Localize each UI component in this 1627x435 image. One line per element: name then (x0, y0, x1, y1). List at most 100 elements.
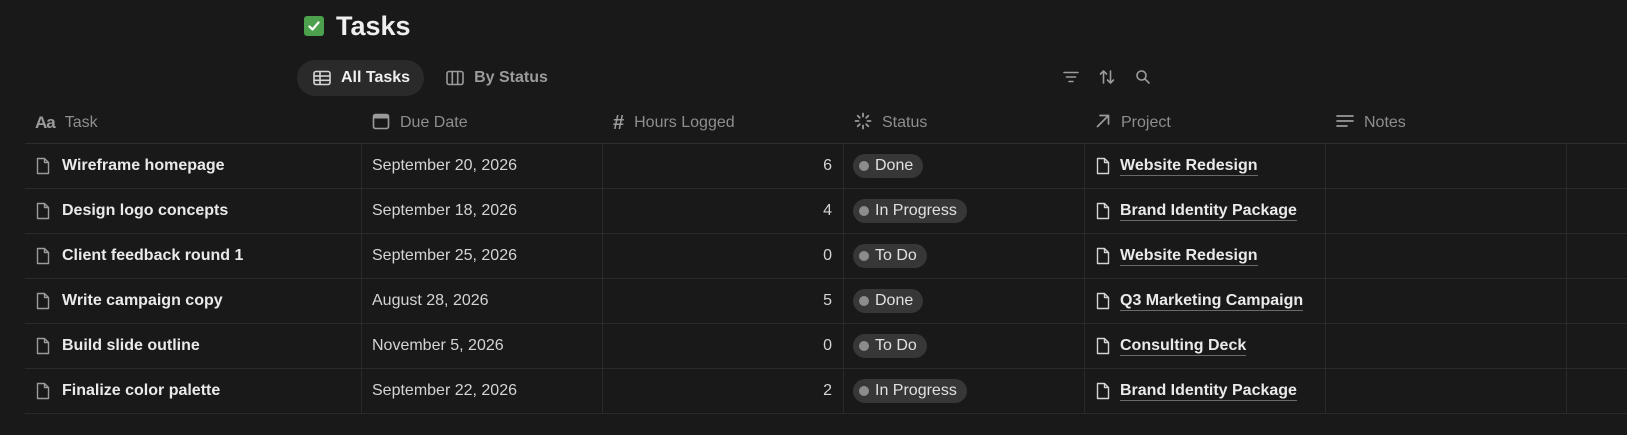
project-cell[interactable]: Q3 Marketing Campaign (1085, 279, 1326, 323)
status-badge: Done (853, 289, 924, 313)
status-label: To Do (875, 247, 917, 264)
project-link[interactable]: Website Redesign (1120, 247, 1258, 266)
hours-cell[interactable]: 2 (603, 369, 844, 413)
status-cell[interactable]: In Progress (844, 189, 1085, 233)
due-date-cell[interactable]: September 18, 2026 (362, 189, 603, 233)
project-link[interactable]: Website Redesign (1120, 157, 1258, 176)
status-label: To Do (875, 337, 917, 354)
page-icon (1096, 157, 1110, 175)
due-date-cell[interactable]: September 20, 2026 (362, 144, 603, 188)
status-label: In Progress (875, 382, 957, 399)
status-cell[interactable]: To Do (844, 324, 1085, 368)
table-row[interactable]: Wireframe homepage September 20, 2026 6 … (25, 144, 1627, 189)
status-badge: In Progress (853, 199, 967, 223)
task-title: Finalize color palette (62, 382, 221, 399)
status-dot (859, 386, 869, 396)
status-badge: In Progress (853, 379, 967, 403)
lines-icon (1336, 114, 1354, 133)
task-title: Design logo concepts (62, 202, 229, 219)
page-icon (1096, 247, 1110, 265)
status-badge: Done (853, 154, 924, 178)
status-label: Done (875, 157, 914, 174)
hash-icon: # (613, 111, 625, 134)
table-row[interactable]: Build slide outline November 5, 2026 0 T… (25, 324, 1627, 369)
status-badge: To Do (853, 244, 927, 268)
tab-all-tasks[interactable]: All Tasks (297, 60, 425, 96)
task-cell[interactable]: Wireframe homepage (25, 144, 362, 188)
task-cell[interactable]: Write campaign copy (25, 279, 362, 323)
column-header-hours-logged[interactable]: # Hours Logged (603, 103, 844, 143)
hours-cell[interactable]: 5 (603, 279, 844, 323)
project-link[interactable]: Consulting Deck (1120, 337, 1247, 356)
column-header-status[interactable]: Status (844, 103, 1085, 143)
page-icon (36, 382, 50, 400)
notes-cell[interactable] (1326, 234, 1567, 278)
project-cell[interactable]: Consulting Deck (1085, 324, 1326, 368)
status-cell[interactable]: In Progress (844, 369, 1085, 413)
task-cell[interactable]: Design logo concepts (25, 189, 362, 233)
notes-cell[interactable] (1326, 324, 1567, 368)
table-icon (313, 70, 331, 86)
page-icon (36, 202, 50, 220)
tab-label: All Tasks (341, 69, 411, 86)
page-icon (1096, 382, 1110, 400)
tab-by-status[interactable]: By Status (430, 60, 562, 96)
search-icon[interactable] (1134, 68, 1152, 86)
project-cell[interactable]: Website Redesign (1085, 144, 1326, 188)
due-date-cell[interactable]: September 22, 2026 (362, 369, 603, 413)
column-header-project[interactable]: Project (1085, 103, 1326, 143)
table-header-row: Aa Task Due Date # Hours Logged Status P… (25, 103, 1627, 144)
project-cell[interactable]: Brand Identity Package (1085, 189, 1326, 233)
filter-icon[interactable] (1062, 68, 1080, 86)
page-icon (36, 337, 50, 355)
sort-icon[interactable] (1098, 68, 1116, 86)
task-title: Build slide outline (62, 337, 200, 354)
hours-cell[interactable]: 6 (603, 144, 844, 188)
status-label: In Progress (875, 202, 957, 219)
project-link[interactable]: Brand Identity Package (1120, 382, 1297, 401)
page-icon (1096, 202, 1110, 220)
status-cell[interactable]: Done (844, 279, 1085, 323)
status-dot (859, 206, 869, 216)
hours-cell[interactable]: 4 (603, 189, 844, 233)
column-header-notes[interactable]: Notes (1326, 103, 1567, 143)
column-label: Task (64, 114, 98, 131)
task-cell[interactable]: Finalize color palette (25, 369, 362, 413)
task-cell[interactable]: Client feedback round 1 (25, 234, 362, 278)
table-row[interactable]: Design logo concepts September 18, 2026 … (25, 189, 1627, 234)
status-dot (859, 296, 869, 306)
status-label: Done (875, 292, 914, 309)
column-header-task[interactable]: Aa Task (25, 103, 362, 143)
column-label: Due Date (400, 114, 468, 131)
column-label: Project (1121, 114, 1171, 131)
notes-cell[interactable] (1326, 144, 1567, 188)
table-row[interactable]: Finalize color palette September 22, 202… (25, 369, 1627, 414)
page-icon (36, 157, 50, 175)
due-date-cell[interactable]: August 28, 2026 (362, 279, 603, 323)
view-tabs: All Tasks By Status (297, 60, 562, 96)
project-cell[interactable]: Brand Identity Package (1085, 369, 1326, 413)
hours-cell[interactable]: 0 (603, 234, 844, 278)
project-link[interactable]: Brand Identity Package (1120, 202, 1297, 221)
task-title: Client feedback round 1 (62, 247, 244, 264)
due-date-cell[interactable]: November 5, 2026 (362, 324, 603, 368)
notes-cell[interactable] (1326, 279, 1567, 323)
project-cell[interactable]: Website Redesign (1085, 234, 1326, 278)
column-label: Notes (1364, 114, 1406, 131)
table-row[interactable]: Write campaign copy August 28, 2026 5 Do… (25, 279, 1627, 324)
hours-cell[interactable]: 0 (603, 324, 844, 368)
project-link[interactable]: Q3 Marketing Campaign (1120, 292, 1304, 311)
page-icon (1096, 337, 1110, 355)
notes-cell[interactable] (1326, 369, 1567, 413)
column-header-due-date[interactable]: Due Date (362, 103, 603, 143)
status-cell[interactable]: Done (844, 144, 1085, 188)
task-title: Write campaign copy (62, 292, 223, 309)
table-row[interactable]: Client feedback round 1 September 25, 20… (25, 234, 1627, 279)
notes-cell[interactable] (1326, 189, 1567, 233)
arrow-up-right-icon (1095, 113, 1111, 134)
tab-label: By Status (474, 69, 548, 86)
task-cell[interactable]: Build slide outline (25, 324, 362, 368)
status-cell[interactable]: To Do (844, 234, 1085, 278)
column-label: Status (882, 114, 928, 131)
due-date-cell[interactable]: September 25, 2026 (362, 234, 603, 278)
